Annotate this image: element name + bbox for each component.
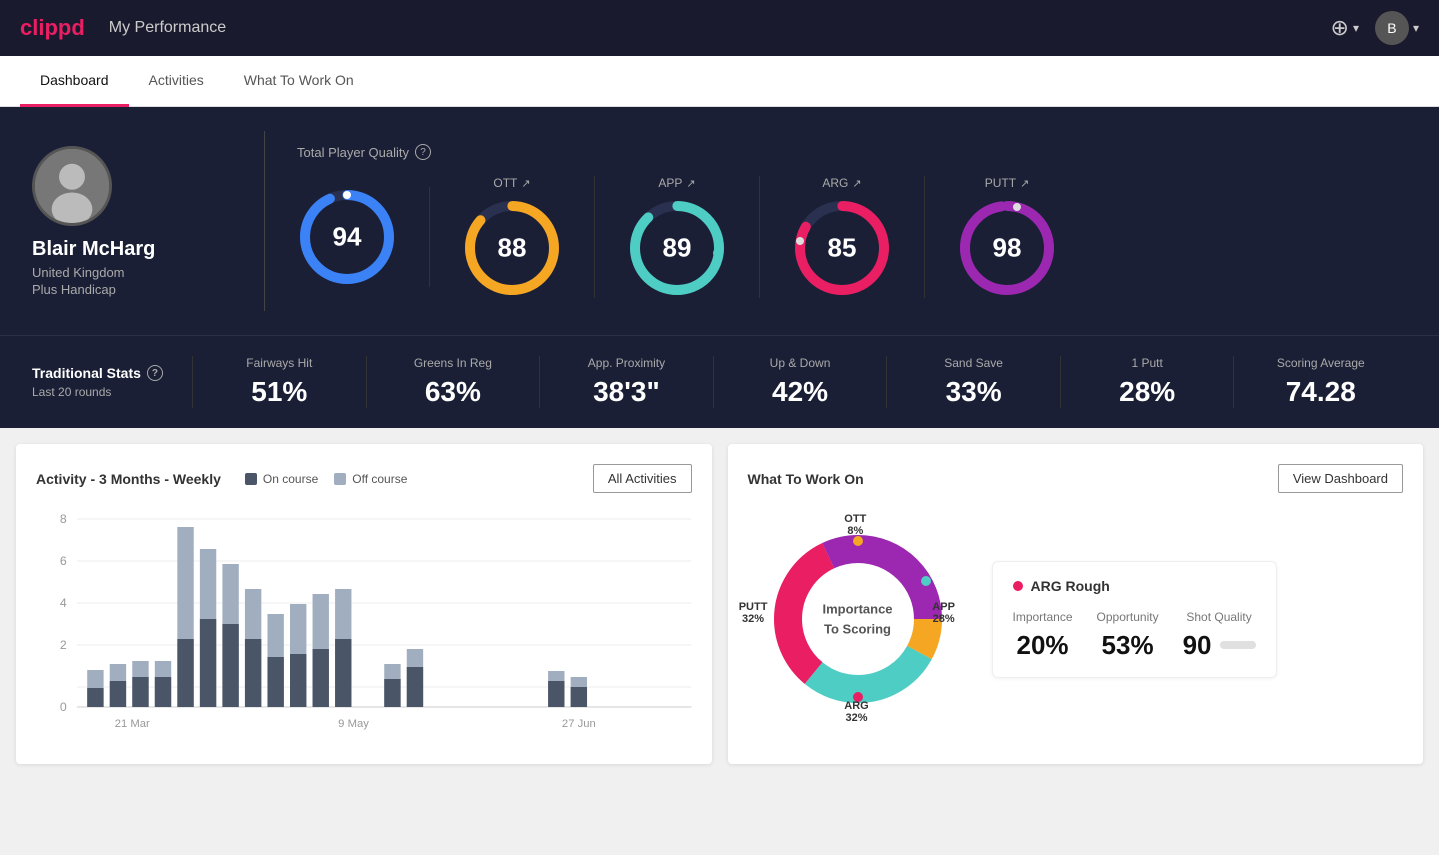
score-card-arg: ARG ↗ 85 — [760, 176, 925, 298]
stat-sand-save: Sand Save 33% — [886, 356, 1060, 408]
app-score-value: 89 — [663, 233, 692, 264]
header: clippd My Performance ⊕ ▾ B ▾ — [0, 0, 1439, 56]
donut-label-putt: PUTT32% — [739, 601, 768, 625]
tpq-help-icon[interactable]: ? — [415, 144, 431, 160]
hero-section: Blair McHarg United Kingdom Plus Handica… — [0, 107, 1439, 335]
svg-text:27 Jun: 27 Jun — [562, 718, 596, 730]
player-country: United Kingdom — [32, 265, 125, 280]
svg-text:2: 2 — [60, 638, 67, 652]
avatar-button[interactable]: B ▾ — [1375, 11, 1419, 45]
ott-label: OTT ↗ — [493, 176, 530, 190]
plus-icon: ⊕ — [1331, 15, 1349, 41]
wtwo-title: What To Work On — [748, 471, 864, 487]
metric-opportunity: Opportunity 53% — [1097, 610, 1159, 661]
ott-arrow-icon: ↗ — [521, 177, 530, 190]
add-chevron: ▾ — [1353, 21, 1359, 35]
trad-stats-label: Traditional Stats ? Last 20 rounds — [32, 365, 192, 399]
trad-stats-subtitle: Last 20 rounds — [32, 385, 192, 399]
chart-legend: On course Off course — [245, 472, 408, 486]
score-card-ott: OTT ↗ 88 — [430, 176, 595, 298]
arg-label: ARG ↗ — [822, 176, 861, 190]
svg-text:4: 4 — [60, 596, 67, 610]
activity-chart-card: Activity - 3 Months - Weekly On course O… — [16, 444, 712, 764]
view-dashboard-button[interactable]: View Dashboard — [1278, 464, 1403, 493]
stat-1-putt: 1 Putt 28% — [1060, 356, 1234, 408]
stat-scoring-average: Scoring Average 74.28 — [1233, 356, 1407, 408]
stat-fairways-hit: Fairways Hit 51% — [192, 356, 366, 408]
score-cards: 94 OTT ↗ 88 — [297, 176, 1407, 298]
legend-on-course: On course — [245, 472, 318, 486]
putt-arrow-icon: ↗ — [1020, 177, 1029, 190]
svg-text:9 May: 9 May — [338, 718, 369, 730]
svg-text:0: 0 — [60, 700, 67, 714]
stats-items: Fairways Hit 51% Greens In Reg 63% App. … — [192, 356, 1407, 408]
shot-quality-bar — [1220, 641, 1256, 649]
logo: clippd — [20, 15, 85, 41]
legend-off-course-dot — [334, 473, 346, 485]
player-name: Blair McHarg — [32, 238, 155, 261]
ott-ring: 88 — [462, 198, 562, 298]
donut-label-arg: ARG32% — [844, 700, 868, 724]
stat-app-proximity: App. Proximity 38'3" — [539, 356, 713, 408]
tab-activities[interactable]: Activities — [129, 56, 224, 107]
bottom-section: Activity - 3 Months - Weekly On course O… — [0, 428, 1439, 780]
ott-score-value: 88 — [498, 233, 527, 264]
bar-chart-svg: 8 6 4 2 0 — [36, 509, 692, 739]
trad-stats-title: Traditional Stats ? — [32, 365, 192, 381]
wtwo-metrics: Importance 20% Opportunity 53% Shot Qual… — [1013, 610, 1256, 661]
putt-label: PUTT ↗ — [985, 176, 1030, 190]
score-card-main: 94 — [297, 187, 430, 287]
player-avatar — [32, 146, 112, 226]
putt-ring: 98 — [957, 198, 1057, 298]
stat-up-down: Up & Down 42% — [713, 356, 887, 408]
all-activities-button[interactable]: All Activities — [593, 464, 692, 493]
svg-text:8: 8 — [60, 512, 67, 526]
avatar-chevron: ▾ — [1413, 21, 1419, 35]
player-handicap: Plus Handicap — [32, 282, 116, 297]
header-right: ⊕ ▾ B ▾ — [1331, 11, 1420, 45]
trad-stats-help-icon[interactable]: ? — [147, 365, 163, 381]
wtwo-body: ImportanceTo Scoring OTT8% APP28% ARG32%… — [748, 509, 1404, 729]
tab-dashboard[interactable]: Dashboard — [20, 56, 129, 107]
donut-label-app: APP28% — [932, 601, 955, 625]
app-label: APP ↗ — [658, 176, 695, 190]
chart-title: Activity - 3 Months - Weekly — [36, 471, 221, 487]
divider — [264, 131, 265, 311]
putt-score-value: 98 — [993, 233, 1022, 264]
tab-what-to-work-on[interactable]: What To Work On — [224, 56, 374, 107]
arg-rough-dot — [1013, 581, 1023, 591]
app-arrow-icon: ↗ — [686, 177, 695, 190]
donut-center-text: ImportanceTo Scoring — [822, 600, 892, 639]
svg-text:6: 6 — [60, 554, 67, 568]
svg-text:21 Mar: 21 Mar — [115, 718, 150, 730]
donut-chart: ImportanceTo Scoring OTT8% APP28% ARG32%… — [748, 509, 968, 729]
what-to-work-on-card: What To Work On View Dashboard — [728, 444, 1424, 764]
tpq-label: Total Player Quality ? — [297, 144, 1407, 160]
avatar: B — [1375, 11, 1409, 45]
add-button[interactable]: ⊕ ▾ — [1331, 15, 1359, 41]
main-ring: 94 — [297, 187, 397, 287]
score-card-putt: PUTT ↗ 98 — [925, 176, 1089, 298]
arg-arrow-icon: ↗ — [852, 177, 861, 190]
main-score-value: 94 — [333, 222, 362, 253]
arg-score-value: 85 — [828, 233, 857, 264]
header-title: My Performance — [109, 19, 226, 37]
wtwo-header: What To Work On View Dashboard — [748, 464, 1404, 493]
arg-ring: 85 — [792, 198, 892, 298]
chart-header: Activity - 3 Months - Weekly On course O… — [36, 464, 692, 493]
player-info: Blair McHarg United Kingdom Plus Handica… — [32, 146, 232, 297]
wtwo-info-title: ARG Rough — [1013, 578, 1256, 594]
app-ring: 89 — [627, 198, 727, 298]
scores-section: Total Player Quality ? 94 — [297, 144, 1407, 298]
legend-on-course-dot — [245, 473, 257, 485]
tab-bar: Dashboard Activities What To Work On — [0, 56, 1439, 107]
legend-off-course: Off course — [334, 472, 407, 486]
score-card-app: APP ↗ 89 — [595, 176, 760, 298]
donut-label-ott: OTT8% — [844, 513, 866, 537]
stats-bar: Traditional Stats ? Last 20 rounds Fairw… — [0, 335, 1439, 428]
metric-shot-quality: Shot Quality 90 — [1183, 610, 1256, 661]
wtwo-info-card: ARG Rough Importance 20% Opportunity 53%… — [992, 561, 1277, 678]
metric-importance: Importance 20% — [1013, 610, 1073, 661]
stat-greens-in-reg: Greens In Reg 63% — [366, 356, 540, 408]
